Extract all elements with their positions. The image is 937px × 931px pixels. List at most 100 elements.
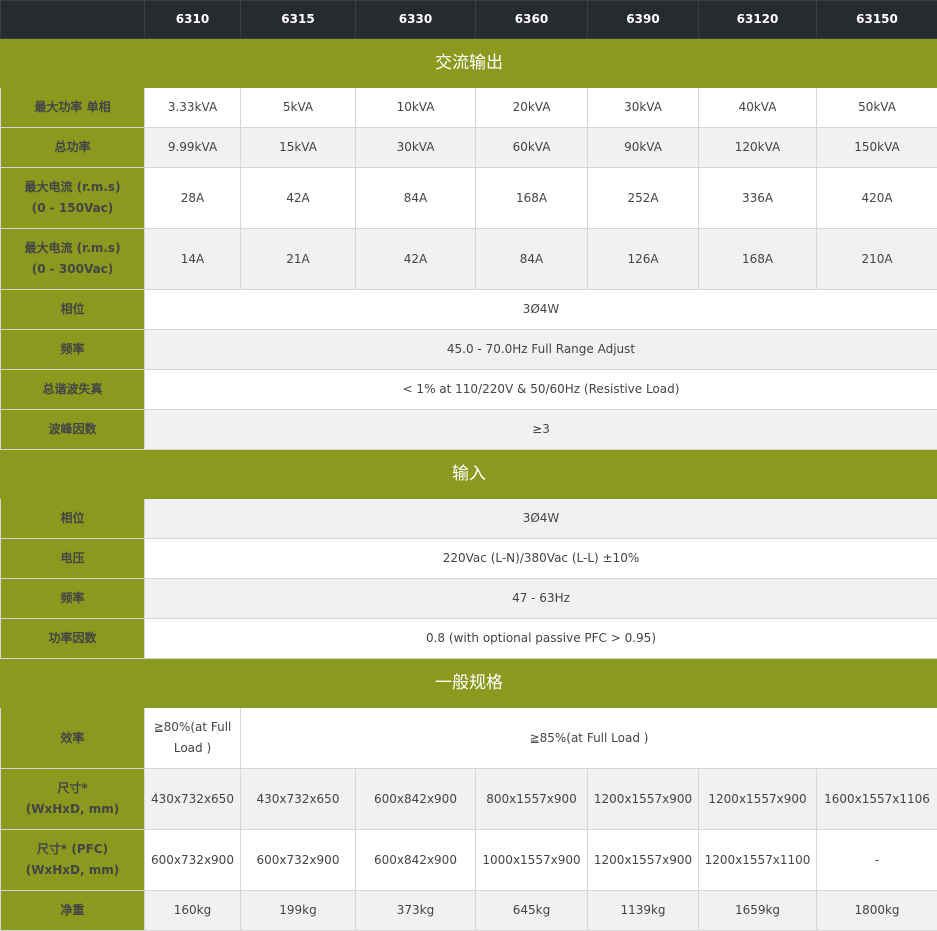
row-label-line: 尺寸* (PFC): [36, 842, 109, 856]
table-row: 频率 47 - 63Hz: [0, 578, 937, 619]
row-label: 效率: [0, 707, 145, 769]
table-row: 最大功率 单相 3.33kVA 5kVA 10kVA 20kVA 30kVA 4…: [0, 87, 937, 128]
row-label: 最大电流 (r.m.s) (0 - 150Vac): [0, 167, 145, 229]
row-label: 频率: [0, 329, 145, 370]
cell: 60kVA: [475, 127, 588, 168]
row-label: 总谐波失真: [0, 369, 145, 410]
cell: 600x732x900: [240, 829, 356, 891]
table-row: 总谐波失真 < 1% at 110/220V & 50/60Hz (Resist…: [0, 369, 937, 410]
model-header-row: 6310 6315 6330 6360 6390 63120 63150: [0, 0, 937, 39]
model-header: 63150: [816, 0, 937, 39]
cell: 252A: [587, 167, 699, 229]
cell: 15kVA: [240, 127, 356, 168]
cell: 84A: [355, 167, 476, 229]
section-general: 一般规格: [0, 658, 937, 708]
cell-line: ≧80%(at Full: [153, 720, 232, 734]
cell: ≧80%(at Full Load ): [144, 707, 241, 769]
table-row: 效率 ≧80%(at Full Load ) ≧85%(at Full Load …: [0, 707, 937, 769]
cell: 420A: [816, 167, 937, 229]
cell: 220Vac (L-N)/380Vac (L-L) ±10%: [144, 538, 937, 579]
model-header: 6315: [240, 0, 356, 39]
table-row: 功率因数 0.8 (with optional passive PFC > 0.…: [0, 618, 937, 659]
cell: 42A: [355, 228, 476, 290]
row-label: 最大电流 (r.m.s) (0 - 300Vac): [0, 228, 145, 290]
cell: ≥3: [144, 409, 937, 450]
cell: 14A: [144, 228, 241, 290]
cell: 1600x1557x1106: [816, 768, 937, 830]
row-label-line: (WxHxD, mm): [25, 863, 120, 877]
cell: 42A: [240, 167, 356, 229]
cell: 50kVA: [816, 87, 937, 128]
table-row: 尺寸* (PFC) (WxHxD, mm) 600x732x900 600x732…: [0, 829, 937, 891]
cell: 90kVA: [587, 127, 699, 168]
cell: 30kVA: [587, 87, 699, 128]
cell: 120kVA: [698, 127, 817, 168]
cell: 1200x1557x1100: [698, 829, 817, 891]
cell: 160kg: [144, 890, 241, 931]
row-label: 最大功率 单相: [0, 87, 145, 128]
row-label-line: (0 - 300Vac): [31, 262, 114, 276]
cell: 1200x1557x900: [698, 768, 817, 830]
section-input: 输入: [0, 449, 937, 499]
row-label: 波峰因数: [0, 409, 145, 450]
cell: 40kVA: [698, 87, 817, 128]
table-row: 电压 220Vac (L-N)/380Vac (L-L) ±10%: [0, 538, 937, 579]
cell-line: Load ): [173, 741, 212, 755]
row-label-line: 尺寸*: [57, 781, 88, 795]
table-row: 频率 45.0 - 70.0Hz Full Range Adjust: [0, 329, 937, 370]
cell: 600x732x900: [144, 829, 241, 891]
cell: 20kVA: [475, 87, 588, 128]
cell: 10kVA: [355, 87, 476, 128]
model-header: 6330: [355, 0, 476, 39]
cell: 600x842x900: [355, 768, 476, 830]
model-header: 6360: [475, 0, 588, 39]
cell: 30kVA: [355, 127, 476, 168]
section-title: 输入: [0, 449, 937, 499]
cell: 9.99kVA: [144, 127, 241, 168]
cell: 84A: [475, 228, 588, 290]
cell: 168A: [698, 228, 817, 290]
cell: ≧85%(at Full Load ): [240, 707, 937, 769]
cell: 199kg: [240, 890, 356, 931]
cell: 3.33kVA: [144, 87, 241, 128]
cell: 3Ø4W: [144, 289, 937, 330]
cell: 600x842x900: [355, 829, 476, 891]
model-header: 6390: [587, 0, 699, 39]
cell: < 1% at 110/220V & 50/60Hz (Resistive Lo…: [144, 369, 937, 410]
cell: 800x1557x900: [475, 768, 588, 830]
cell: 1800kg: [816, 890, 937, 931]
section-title: 交流输出: [0, 38, 937, 88]
cell: 47 - 63Hz: [144, 578, 937, 619]
row-label: 功率因数: [0, 618, 145, 659]
cell: 3Ø4W: [144, 498, 937, 539]
cell: 210A: [816, 228, 937, 290]
cell: 45.0 - 70.0Hz Full Range Adjust: [144, 329, 937, 370]
table-row: 波峰因数 ≥3: [0, 409, 937, 450]
row-label-line: 最大电流 (r.m.s): [24, 241, 121, 255]
table-row: 尺寸* (WxHxD, mm) 430x732x650 430x732x650 6…: [0, 768, 937, 830]
row-label: 频率: [0, 578, 145, 619]
row-label: 尺寸* (PFC) (WxHxD, mm): [0, 829, 145, 891]
row-label-line: (0 - 150Vac): [31, 201, 114, 215]
table-row: 相位 3Ø4W: [0, 498, 937, 539]
spec-table: 6310 6315 6330 6360 6390 63120 63150 交流输…: [0, 0, 937, 931]
cell: 430x732x650: [240, 768, 356, 830]
row-label: 尺寸* (WxHxD, mm): [0, 768, 145, 830]
row-label-line: 最大电流 (r.m.s): [24, 180, 121, 194]
model-header: 63120: [698, 0, 817, 39]
row-label: 总功率: [0, 127, 145, 168]
cell: 1139kg: [587, 890, 699, 931]
cell: 645kg: [475, 890, 588, 931]
table-row: 总功率 9.99kVA 15kVA 30kVA 60kVA 90kVA 120k…: [0, 127, 937, 168]
cell: 1200x1557x900: [587, 829, 699, 891]
row-label: 净重: [0, 890, 145, 931]
section-ac-output: 交流输出: [0, 38, 937, 88]
cell: 150kVA: [816, 127, 937, 168]
header-corner: [0, 0, 145, 39]
cell: 126A: [587, 228, 699, 290]
row-label-line: (WxHxD, mm): [25, 802, 120, 816]
cell: 5kVA: [240, 87, 356, 128]
cell: 430x732x650: [144, 768, 241, 830]
cell: 21A: [240, 228, 356, 290]
cell: 168A: [475, 167, 588, 229]
